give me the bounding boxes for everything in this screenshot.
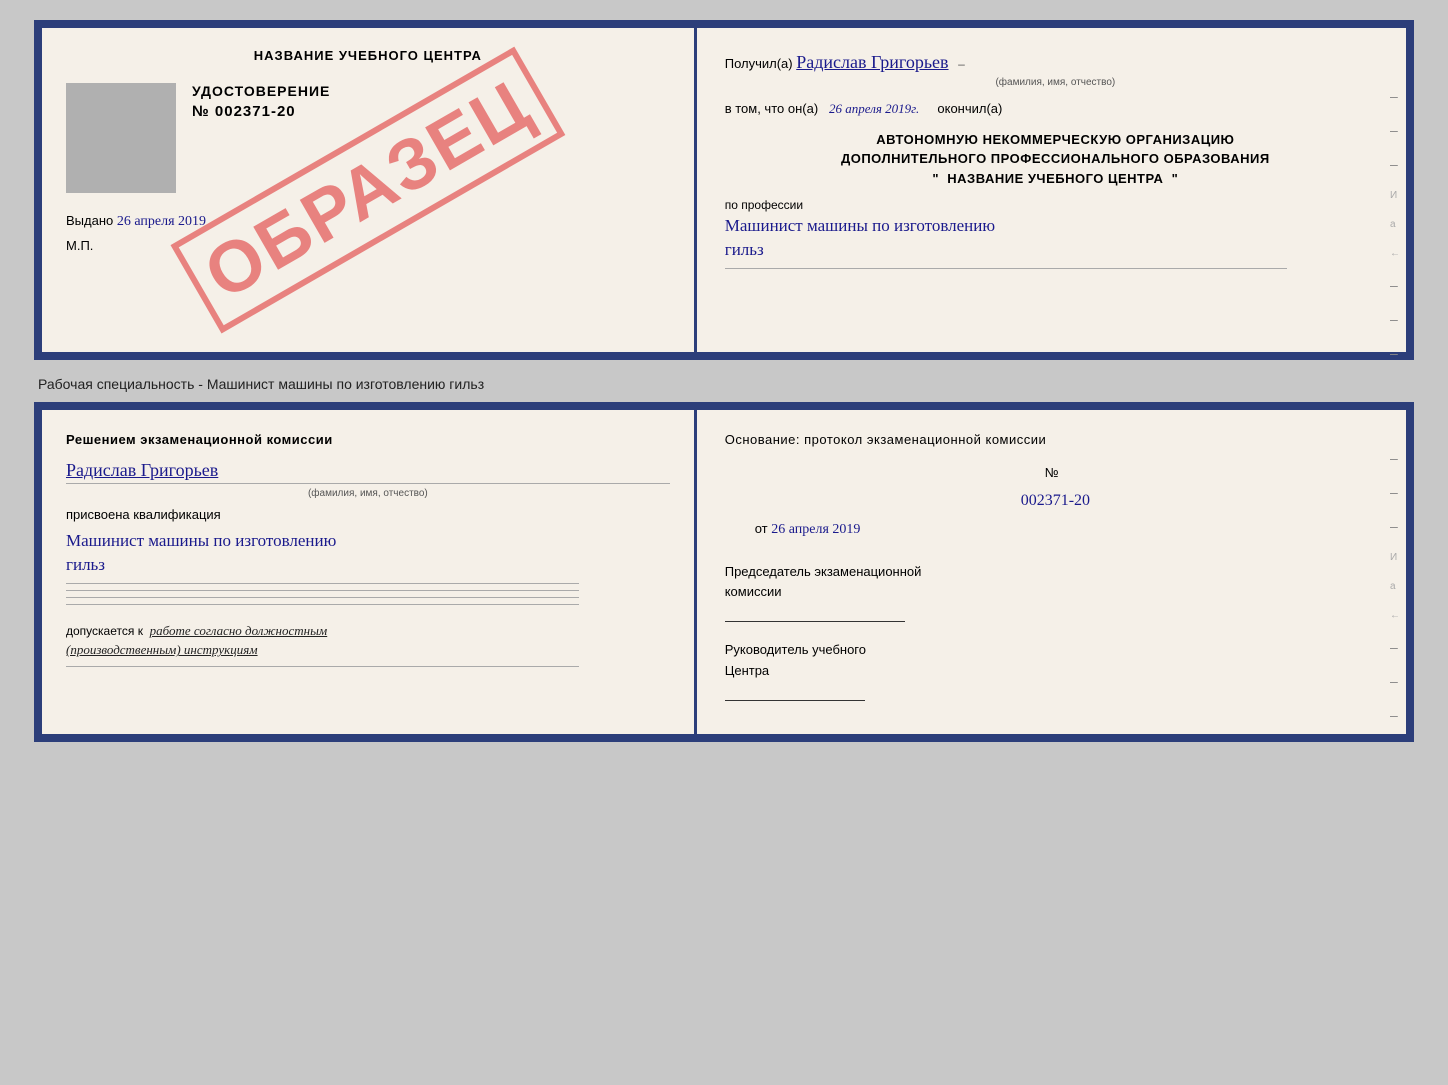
doc-top-right: Получил(а) Радислав Григорьев – (фамилия… [697,28,1406,352]
finished-label: окончил(а) [937,101,1002,116]
assigned-label: присвоена квалификация [66,505,670,526]
org-quote-close: " [1172,171,1179,186]
org-name-line: " НАЗВАНИЕ УЧЕБНОГО ЦЕНТРА " [725,169,1386,189]
chairman-signature-line [725,621,905,622]
chairman-block: Председатель экзаменационной комиссии [725,562,1386,604]
bottom-qualification: Машинист машины по изготовлению гильз [66,529,670,577]
bottom-name-block: Радислав Григорьев (фамилия, имя, отчест… [66,460,670,499]
org-text: АВТОНОМНУЮ НЕКОММЕРЧЕСКУЮ ОРГАНИЗАЦИЮ ДО… [725,130,1386,189]
center-head-line2: Центра [725,663,769,678]
document-bottom: Решением экзаменационной комиссии Радисл… [34,402,1414,742]
date-prefix: в том, что он(а) [725,101,818,116]
issued-prefix: Выдано [66,213,113,228]
center-head-signature-line [725,700,865,701]
profession-handwritten: Машинист машины по изготовлению гильз [725,214,1386,262]
page-wrapper: НАЗВАНИЕ УЧЕБНОГО ЦЕНТРА УДОСТОВЕРЕНИЕ №… [34,20,1414,742]
dopuskaetsya-block: допускается к работе согласно должностны… [66,621,670,660]
chairman-line2: комиссии [725,584,782,599]
dash-b2: – [1390,484,1400,500]
document-top: НАЗВАНИЕ УЧЕБНОГО ЦЕНТРА УДОСТОВЕРЕНИЕ №… [34,20,1414,360]
cert-number: № 002371-20 [192,103,670,120]
chairman-line1: Председатель экзаменационной [725,564,922,579]
date-prefix-bottom: от [755,521,768,536]
org-name: НАЗВАНИЕ УЧЕБНОГО ЦЕНТРА [947,171,1163,186]
dash-b3: – [1390,518,1400,534]
doc-bottom-left: Решением экзаменационной комиссии Радисл… [42,410,697,734]
dash1: – [1390,88,1400,104]
a-mark-b: а [1390,581,1400,592]
osnovaniye-text: Основание: протокол экзаменационной коми… [725,432,1047,447]
received-prefix: Получил(а) [725,56,793,71]
issued-date: 26 апреля 2019 [117,214,206,229]
dash-b1: – [1390,450,1400,466]
org-line1: АВТОНОМНУЮ НЕКОММЕРЧЕСКУЮ ОРГАНИЗАЦИЮ [725,130,1386,150]
protocol-number: 002371-20 [725,488,1386,514]
dash-b4: – [1390,639,1400,655]
mp-label: М.П. [66,238,670,253]
right-side-marks-top: – – – И а ← – – – [1390,88,1400,361]
dash3: – [1390,156,1400,172]
bottom-left-title: Решением экзаменационной комиссии [66,430,670,450]
doc-bottom-right: Основание: протокол экзаменационной коми… [697,410,1406,734]
protocol-number-block: № 002371-20 [725,463,1386,513]
middle-text: Рабочая специальность - Машинист машины … [38,376,1414,392]
received-line: Получил(а) Радислав Григорьев – (фамилия… [725,48,1386,91]
center-head-line1: Руководитель учебного [725,642,866,657]
top-left-title: НАЗВАНИЕ УЧЕБНОГО ЦЕНТРА [66,48,670,63]
recipient-name: Радислав Григорьев [796,52,948,72]
dash5: – [1390,311,1400,327]
fio-label-top: (фамилия, имя, отчество) [725,75,1386,91]
doc-top-left: НАЗВАНИЕ УЧЕБНОГО ЦЕНТРА УДОСТОВЕРЕНИЕ №… [42,28,697,352]
org-line2: ДОПОЛНИТЕЛЬНОГО ПРОФЕССИОНАЛЬНОГО ОБРАЗО… [725,149,1386,169]
profession-line2: гильз [725,240,764,259]
bottom-right-section: Основание: протокол экзаменационной коми… [725,430,1386,701]
dopuskaetsya-prefix: допускается к [66,624,143,638]
right-side-marks-bottom: – – – И а ← – – – [1390,450,1400,723]
date-line: в том, что он(а) 26 апреля 2019г. окончи… [725,99,1386,120]
protocol-date-block: от 26 апреля 2019 [725,519,1386,541]
dash2: – [1390,122,1400,138]
cert-label: УДОСТОВЕРЕНИЕ [192,83,670,99]
fio-label-bottom: (фамилия, имя, отчество) [66,488,670,499]
completion-date: 26 апреля 2019г. [829,101,919,116]
photo-placeholder [66,83,176,193]
bottom-recipient-name: Радислав Григорьев [66,460,218,480]
a-mark: а [1390,219,1400,230]
issued-line: Выдано 26 апреля 2019 [66,213,670,230]
profession-label: по профессии [725,198,1386,212]
info-mark-b: И [1390,552,1400,563]
protocol-date: 26 апреля 2019 [771,522,860,537]
dash4: – [1390,277,1400,293]
arrow-mark-b: ← [1390,610,1400,621]
arrow-mark: ← [1390,248,1400,259]
center-head-block: Руководитель учебного Центра [725,640,1386,682]
dash-b6: – [1390,707,1400,723]
osnovaniye-label: Основание: протокол экзаменационной коми… [725,430,1386,451]
qualification-line2: гильз [66,555,105,574]
info-mark: И [1390,190,1400,201]
profession-line1: Машинист машины по изготовлению [725,216,995,235]
number-prefix: № [1045,465,1059,480]
org-quote-open: " [932,171,939,186]
qualification-line1: Машинист машины по изготовлению [66,531,336,550]
dash-b5: – [1390,673,1400,689]
section-title-text: Решением экзаменационной комиссии [66,432,333,447]
dash6: – [1390,345,1400,361]
